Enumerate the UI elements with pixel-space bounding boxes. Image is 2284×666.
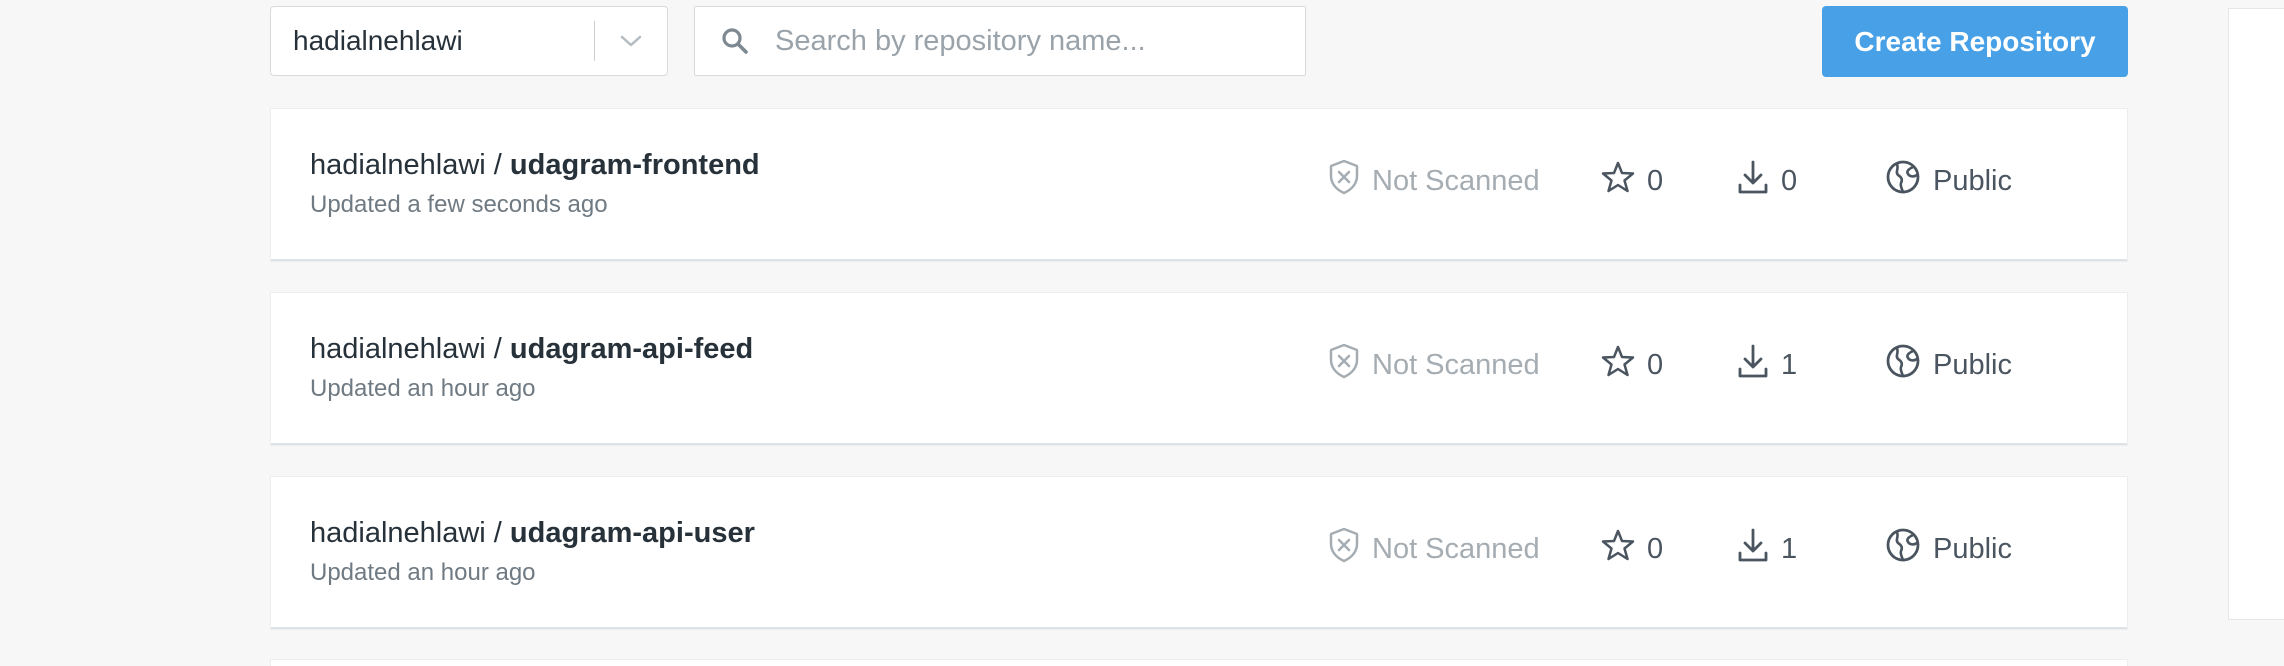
pull-count-value: 0 xyxy=(1781,164,1798,197)
repository-card[interactable]: hadialnehlawi / udagram-api-feed Updated… xyxy=(271,293,2127,445)
globe-icon xyxy=(1885,159,1933,203)
repository-card[interactable]: hadialnehlawi / udagram-frontend Updated… xyxy=(271,109,2127,261)
repository-name: udagram-frontend xyxy=(509,149,760,181)
pull-count: 1 xyxy=(1737,527,1798,571)
pull-count: 0 xyxy=(1737,159,1798,203)
create-repository-button[interactable]: Create Repository xyxy=(1822,6,2128,77)
visibility-status: Public xyxy=(1885,527,2012,571)
star-count-value: 0 xyxy=(1647,532,1664,565)
star-icon xyxy=(1601,160,1647,202)
search-icon xyxy=(695,26,775,56)
repository-search[interactable] xyxy=(694,6,1306,76)
shield-x-icon xyxy=(1328,343,1372,387)
scan-status: Not Scanned xyxy=(1328,343,1540,387)
pull-count-value: 1 xyxy=(1781,348,1798,381)
download-icon xyxy=(1737,527,1781,571)
chevron-down-icon[interactable] xyxy=(595,6,667,76)
visibility-status: Public xyxy=(1885,159,2012,203)
repository-name: udagram-api-user xyxy=(509,517,755,549)
repository-updated: Updated an hour ago xyxy=(310,375,536,402)
repositories-page: hadialnehlawi Create Repository hadialne… xyxy=(0,0,2284,666)
shield-x-icon xyxy=(1328,527,1372,571)
star-count: 0 xyxy=(1601,161,1663,201)
repository-namespace: hadialnehlawi / xyxy=(310,333,510,365)
download-icon xyxy=(1737,343,1781,387)
namespace-select-value: hadialnehlawi xyxy=(293,25,463,56)
repository-card[interactable]: hadialnehlawi / udagram-api-user Updated… xyxy=(271,477,2127,629)
visibility-label: Public xyxy=(1933,532,2012,565)
repository-title[interactable]: hadialnehlawi / udagram-api-feed xyxy=(310,333,753,366)
scan-status: Not Scanned xyxy=(1328,159,1540,203)
repository-namespace: hadialnehlawi / xyxy=(310,149,510,181)
scan-status-label: Not Scanned xyxy=(1372,532,1540,565)
pull-count-value: 1 xyxy=(1781,532,1798,565)
repository-updated: Updated an hour ago xyxy=(310,559,536,586)
scan-status: Not Scanned xyxy=(1328,527,1540,571)
repository-namespace: hadialnehlawi / xyxy=(310,517,510,549)
repository-search-input[interactable] xyxy=(775,24,1275,58)
star-icon xyxy=(1601,344,1647,386)
scan-status-label: Not Scanned xyxy=(1372,348,1540,381)
star-icon xyxy=(1601,528,1647,570)
repository-title[interactable]: hadialnehlawi / udagram-frontend xyxy=(310,149,760,182)
repository-card-partial xyxy=(271,660,2127,666)
visibility-label: Public xyxy=(1933,164,2012,197)
globe-icon xyxy=(1885,343,1933,387)
visibility-label: Public xyxy=(1933,348,2012,381)
scan-status-label: Not Scanned xyxy=(1372,164,1540,197)
repository-name: udagram-api-feed xyxy=(509,333,754,365)
repository-updated: Updated a few seconds ago xyxy=(310,191,608,218)
visibility-status: Public xyxy=(1885,343,2012,387)
repository-list: hadialnehlawi / udagram-frontend Updated… xyxy=(271,109,2127,661)
globe-icon xyxy=(1885,527,1933,571)
star-count-value: 0 xyxy=(1647,348,1664,381)
star-count: 0 xyxy=(1601,529,1663,569)
namespace-select[interactable]: hadialnehlawi xyxy=(270,6,668,76)
star-count: 0 xyxy=(1601,345,1663,385)
star-count-value: 0 xyxy=(1647,164,1664,197)
download-icon xyxy=(1737,159,1781,203)
pull-count: 1 xyxy=(1737,343,1798,387)
repository-title[interactable]: hadialnehlawi / udagram-api-user xyxy=(310,517,755,550)
shield-x-icon xyxy=(1328,159,1372,203)
side-panel xyxy=(2228,8,2284,620)
